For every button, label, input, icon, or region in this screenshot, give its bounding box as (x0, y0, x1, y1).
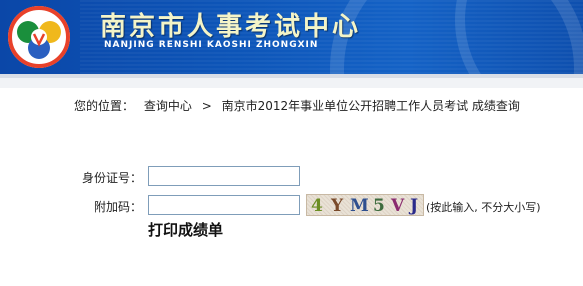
captcha-char: J (410, 196, 419, 216)
captcha-char: Y (331, 196, 344, 216)
id-number-label: 身份证号： (82, 171, 143, 185)
site-logo-icon (8, 6, 70, 68)
captcha-image[interactable]: 4 Y M 5 V J (306, 194, 424, 216)
site-subtitle: NANJING RENSHI KAOSHI ZHONGXIN (104, 40, 319, 50)
captcha-char: 4 (311, 196, 323, 216)
header-decoration-arc-2 (455, 0, 583, 74)
verification-code-label: 附加码： (93, 200, 142, 214)
breadcrumb-separator: > (201, 99, 212, 113)
verification-code-input[interactable] (148, 195, 300, 215)
breadcrumb-link-query-center[interactable]: 查询中心 (144, 99, 192, 113)
captcha-char: V (391, 196, 405, 216)
print-score-button[interactable]: 打印成绩单 (148, 219, 223, 240)
captcha-char: 5 (373, 196, 385, 216)
site-title: 南京市人事考试中心 (100, 12, 362, 42)
breadcrumb-current: 南京市2012年事业单位公开招聘工作人员考试 成绩查询 (221, 99, 520, 113)
captcha-hint: (按此输入, 不分大小写) (426, 201, 541, 214)
id-number-input[interactable] (148, 166, 300, 186)
site-header: 南京市人事考试中心 NANJING RENSHI KAOSHI ZHONGXIN (0, 0, 583, 74)
header-divider-shade (0, 78, 583, 88)
breadcrumb-prefix: 您的位置： (74, 99, 135, 113)
breadcrumb: 您的位置： 查询中心 > 南京市2012年事业单位公开招聘工作人员考试 成绩查询 (74, 97, 526, 114)
captcha-char: M (350, 196, 369, 216)
